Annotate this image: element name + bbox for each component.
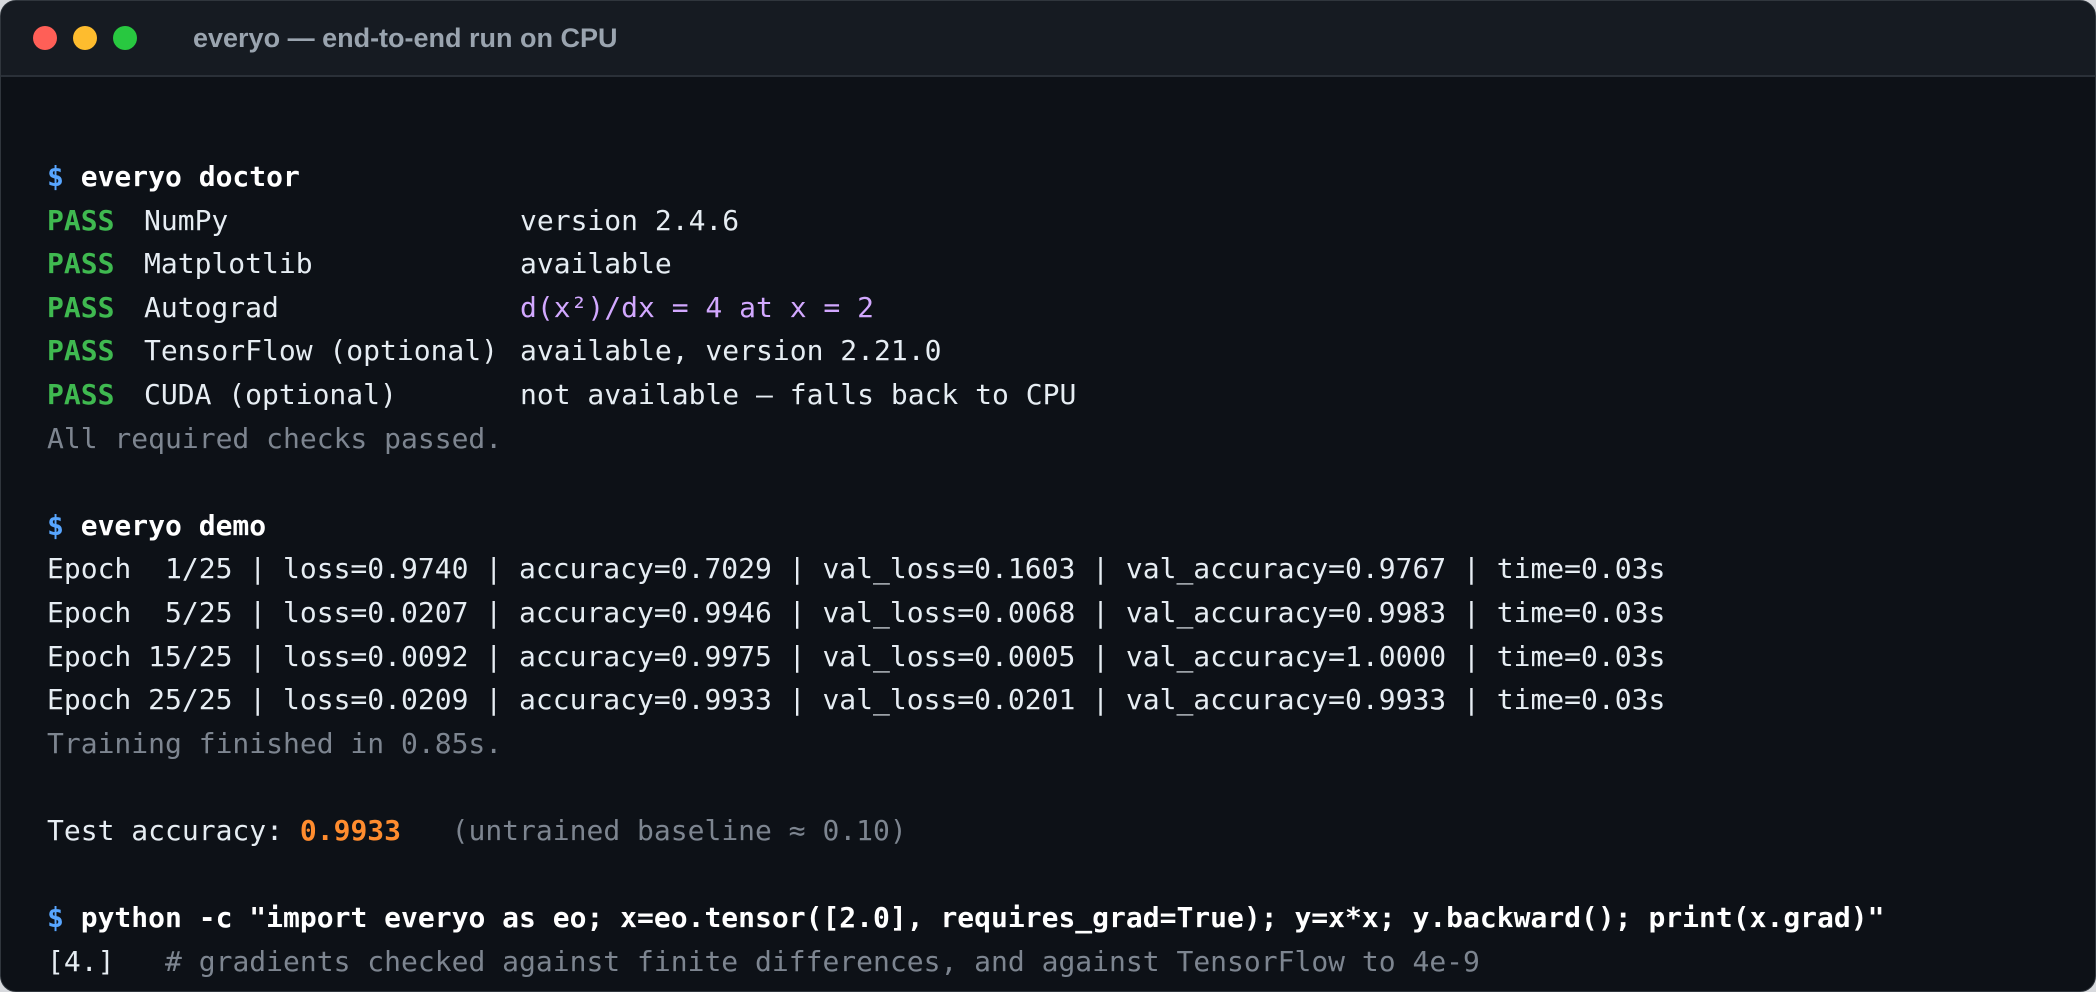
check-result: version 2.4.6 [520,203,740,237]
close-window-button[interactable] [33,26,57,50]
prompt-symbol: $ [47,901,64,935]
check-row-autograd: PASS Autograd d(x²)/dx = 4 at x = 2 [47,286,2095,330]
command-line-demo: $ everyo demo [47,504,2095,548]
test-accuracy-label: Test accuracy: [47,813,300,847]
terminal-output[interactable]: $ everyo doctor PASS NumPy version 2.4.6 P… [1,77,2095,983]
title-bar: everyo — end-to-end run on CPU [1,1,2095,77]
terminal-window: everyo — end-to-end run on CPU $ everyo … [0,0,2096,992]
python-output: [4.] [47,944,115,978]
check-name: TensorFlow (optional) [144,334,499,368]
test-accuracy-value: 0.9933 [299,813,402,847]
check-status: PASS [47,247,115,281]
baseline-note: (untrained baseline ≈ 0.10) [401,813,907,847]
training-finished: Training finished in 0.85s. [47,726,503,760]
command-text: everyo demo [80,508,267,542]
epoch-line: Epoch 5/25 | loss=0.0207 | accuracy=0.99… [47,595,1666,629]
test-accuracy-line: Test accuracy: 0.9933 (untrained baselin… [47,809,2095,853]
prompt-symbol: $ [47,160,64,193]
python-comment: # gradients checked against finite diffe… [114,944,1480,978]
epoch-line: Epoch 25/25 | loss=0.0209 | accuracy=0.9… [47,683,1666,717]
check-name: CUDA (optional) [144,377,397,411]
check-row-numpy: PASS NumPy version 2.4.6 [47,199,2095,243]
check-status: PASS [47,203,115,237]
command-text: everyo doctor [80,160,300,193]
command-line-python: $ python -c "import everyo as eo; x=eo.t… [47,896,2095,940]
epoch-line: Epoch 15/25 | loss=0.0092 | accuracy=0.9… [47,639,1666,673]
check-row-cuda: PASS CUDA (optional) not available — falls… [47,373,2095,417]
command-line-doctor: $ everyo doctor [47,155,2095,199]
check-status: PASS [47,290,115,324]
check-name: Matplotlib [144,247,313,281]
python-output-line: [4.] # gradients checked against finite … [47,940,2095,984]
check-row-tensorflow: PASS TensorFlow (optional) available, vers… [47,329,2095,373]
check-result: available, version 2.21.0 [520,334,942,368]
maximize-window-button[interactable] [113,26,137,50]
check-result: available [520,247,672,281]
prompt-symbol: $ [47,508,64,542]
check-result: not available — falls back to CPU [520,377,1077,411]
check-name: Autograd [144,290,279,324]
epoch-line: Epoch 1/25 | loss=0.9740 | accuracy=0.70… [47,552,1666,586]
check-row-matplotlib: PASS Matplotlib available [47,242,2095,286]
window-title: everyo — end-to-end run on CPU [193,22,618,53]
minimize-window-button[interactable] [73,26,97,50]
doctor-summary: All required checks passed. [47,421,503,455]
command-text: python -c "import everyo as eo; x=eo.ten… [80,901,1885,935]
check-status: PASS [47,334,115,368]
check-result: d(x²)/dx = 4 at x = 2 [520,290,875,324]
check-name: NumPy [144,203,229,237]
check-status: PASS [47,377,115,411]
